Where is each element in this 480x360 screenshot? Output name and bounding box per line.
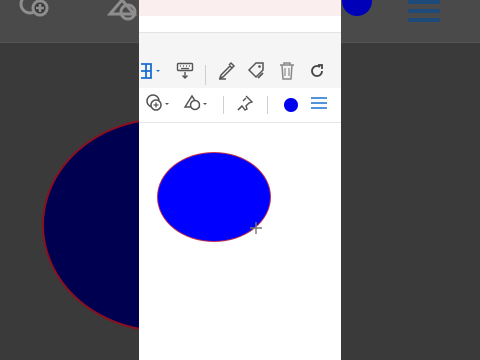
status-strip bbox=[139, 0, 341, 16]
line-style-icon bbox=[310, 96, 328, 115]
header-strip bbox=[139, 16, 341, 32]
fill-color-button[interactable] bbox=[279, 93, 303, 117]
shape-add-button[interactable] bbox=[145, 93, 171, 117]
pen-edit-button[interactable] bbox=[215, 61, 239, 85]
trash-icon bbox=[278, 61, 296, 86]
pin-icon bbox=[236, 94, 254, 117]
edit-toolbar bbox=[139, 32, 341, 89]
tag-edit-icon bbox=[247, 61, 267, 86]
toolbar-divider bbox=[223, 96, 224, 114]
layout-button[interactable] bbox=[139, 61, 161, 85]
pen-edit-icon bbox=[217, 61, 237, 86]
drawing-canvas[interactable] bbox=[139, 123, 341, 360]
delete-button[interactable] bbox=[275, 61, 299, 85]
background-menu-icon bbox=[408, 0, 440, 27]
shape-toolbar bbox=[139, 88, 341, 123]
toolbar-divider bbox=[267, 96, 268, 114]
background-shape-style-icon bbox=[106, 0, 142, 28]
keyboard-download-icon bbox=[176, 62, 194, 85]
shape-style-icon bbox=[183, 93, 209, 118]
fill-color-icon bbox=[284, 98, 298, 112]
keyboard-download-button[interactable] bbox=[173, 61, 197, 85]
app-panel bbox=[139, 0, 341, 360]
move-cursor-icon bbox=[249, 221, 263, 235]
toolbar-divider bbox=[205, 65, 206, 85]
line-style-button[interactable] bbox=[307, 93, 331, 117]
redo-icon bbox=[308, 62, 326, 85]
pin-button[interactable] bbox=[233, 93, 257, 117]
tag-edit-button[interactable] bbox=[245, 61, 269, 85]
layout-icon bbox=[140, 62, 160, 85]
redo-button[interactable] bbox=[305, 61, 329, 85]
background-shape-icon bbox=[18, 0, 54, 28]
shape-style-button[interactable] bbox=[183, 93, 209, 117]
shape-add-icon bbox=[145, 93, 171, 118]
